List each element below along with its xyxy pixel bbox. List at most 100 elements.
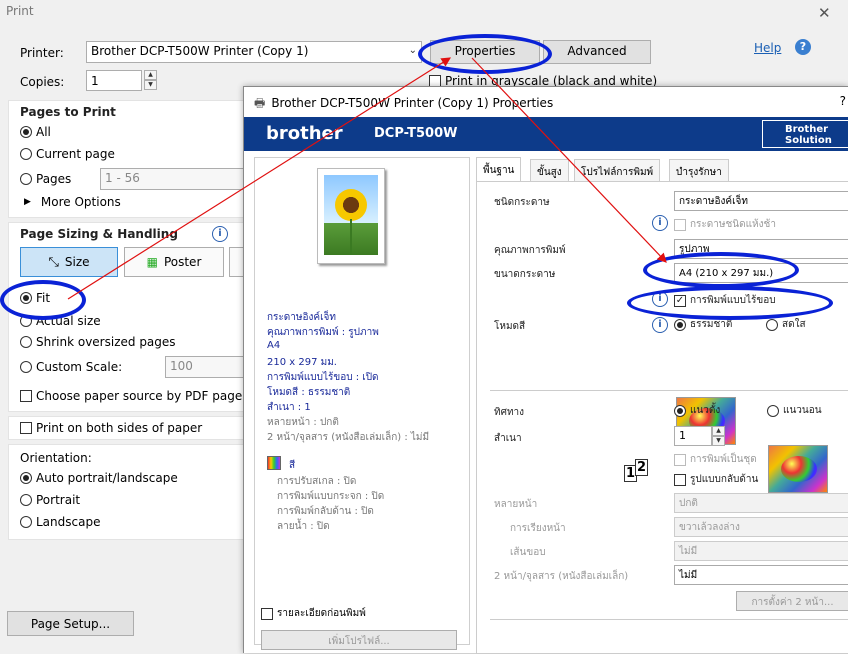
radio-current-page[interactable]: Current page <box>20 147 115 161</box>
portrait-radio[interactable] <box>674 404 686 417</box>
mode-vivid-radio[interactable] <box>766 318 778 331</box>
copies-input[interactable]: 1 <box>86 70 142 91</box>
printer-label: Printer: <box>20 46 64 60</box>
tab-print-profiles[interactable]: โปรไฟล์การพิมพ์ <box>574 159 661 181</box>
choose-source-checkbox[interactable] <box>20 390 32 402</box>
pages-range-input[interactable]: 1 - 56 <box>100 168 244 190</box>
multi-page-select[interactable]: ปกติ <box>674 493 848 513</box>
preview-detail-option[interactable]: รายละเอียดก่อนพิมพ์ <box>261 606 366 621</box>
portrait-option[interactable]: แนวตั้ง <box>674 403 720 418</box>
radio-portrait[interactable]: Portrait <box>20 493 80 507</box>
collate-checkbox[interactable] <box>674 453 686 466</box>
arrow-down-icon[interactable]: ▼ <box>712 436 725 446</box>
page-preview <box>317 168 385 264</box>
info-icon[interactable]: i <box>652 215 668 231</box>
arrow-down-icon[interactable]: ▼ <box>144 80 157 90</box>
orientation-label: ทิศทาง <box>494 407 525 418</box>
size-button[interactable]: ⤡ Size <box>20 247 118 277</box>
media-select[interactable]: กระดาษอิงค์เจ็ท <box>674 191 848 211</box>
copies-label: Copies: <box>20 75 65 89</box>
radio-fit[interactable]: Fit <box>20 291 50 305</box>
preview-detail-checkbox[interactable] <box>261 607 273 620</box>
vivid-thumbnail <box>768 445 828 493</box>
color-mode-label: โหมดสี <box>494 321 526 332</box>
radio-actual-size[interactable]: Actual size <box>20 314 101 328</box>
landscape-radio[interactable] <box>767 404 779 417</box>
quality-select[interactable]: รูปภาพ <box>674 239 848 259</box>
custom-scale-input[interactable]: 100 <box>165 356 245 378</box>
media-label: ชนิดกระดาษ <box>494 197 550 208</box>
slow-dry-checkbox[interactable] <box>674 218 686 231</box>
collate-option[interactable]: การพิมพ์เป็นชุด <box>674 452 757 467</box>
more-options-toggle[interactable]: ▶ More Options <box>24 195 121 209</box>
radio-auto-button[interactable] <box>20 472 32 484</box>
tab-advanced[interactable]: ขั้นสูง <box>530 159 569 181</box>
info-icon[interactable]: i <box>212 226 228 242</box>
radio-fit-button[interactable] <box>20 292 32 304</box>
reverse-order-option[interactable]: รูปแบบกลับด้าน <box>674 472 758 487</box>
separator <box>490 619 848 620</box>
help-icon[interactable]: ? <box>795 39 811 55</box>
borderless-checkbox[interactable]: ✓ <box>674 294 686 307</box>
page-setup-button[interactable]: Page Setup... <box>7 611 134 636</box>
copies-value: 1 <box>91 74 99 88</box>
summary-multi: หลายหน้า : ปกติ <box>267 417 339 428</box>
help-link[interactable]: Help <box>754 41 781 55</box>
close-icon[interactable]: ✕ <box>818 4 831 22</box>
radio-all-button[interactable] <box>20 126 32 138</box>
paper-size-select[interactable]: A4 (210 x 297 มม.) <box>674 263 848 283</box>
radio-pages-button[interactable] <box>20 173 32 185</box>
mode-natural-option[interactable]: ธรรมชาติ <box>674 317 732 332</box>
color-icon <box>267 456 281 470</box>
page-order-select[interactable]: ขวาเล้วลงล่าง <box>674 517 848 537</box>
summary-scale: การปรับสเกล : ปิด <box>277 476 357 487</box>
summary-mode: โหมดสี : ธรรมชาติ <box>267 387 351 398</box>
landscape-option[interactable]: แนวนอน <box>767 403 822 418</box>
brother-solutions-button[interactable]: Brother Solution <box>762 120 848 148</box>
both-sides-option[interactable]: Print on both sides of paper <box>20 421 202 435</box>
choose-source-option[interactable]: Choose paper source by PDF page size <box>20 389 269 403</box>
arrow-up-icon[interactable]: ▲ <box>712 426 725 436</box>
copies-stepper[interactable]: ▲ ▼ <box>144 70 157 90</box>
copies-stepper-th[interactable]: ▲ ▼ <box>712 426 725 446</box>
radio-custom-scale[interactable]: Custom Scale: <box>20 360 122 374</box>
add-profile-button[interactable]: เพิ่มโปรไฟล์... <box>261 630 457 650</box>
slow-dry-option[interactable]: กระดาษชนิดแห้งช้า <box>674 217 776 232</box>
radio-shrink-button[interactable] <box>20 336 32 348</box>
tab-basic[interactable]: พื้นฐาน <box>476 157 522 181</box>
booklet-settings-button[interactable]: การตั้งค่า 2 หน้า... <box>736 591 848 611</box>
copies-input-th[interactable]: 1 <box>674 426 712 446</box>
info-icon[interactable]: i <box>652 317 668 333</box>
radio-actual-button[interactable] <box>20 315 32 327</box>
solutions-line2: Solution <box>785 135 832 146</box>
context-help-icon[interactable]: ? <box>840 94 846 108</box>
mode-vivid-option[interactable]: สดใส <box>766 317 806 332</box>
advanced-button[interactable]: Advanced <box>543 40 651 64</box>
radio-landscape[interactable]: Landscape <box>20 515 100 529</box>
radio-landscape-button[interactable] <box>20 516 32 528</box>
poster-button[interactable]: ▦ Poster <box>124 247 224 277</box>
tab-maintenance[interactable]: บำรุงรักษา <box>669 159 729 181</box>
reverse-order-checkbox[interactable] <box>674 473 686 486</box>
summary-borderless: การพิมพ์แบบไร้ขอบ : เปิด <box>267 372 379 383</box>
radio-portrait-button[interactable] <box>20 494 32 506</box>
border-line-select[interactable]: ไม่มี <box>674 541 848 561</box>
mode-natural-radio[interactable] <box>674 318 686 331</box>
info-icon[interactable]: i <box>652 291 668 307</box>
printer-select[interactable]: Brother DCP-T500W Printer (Copy 1) ⌄ <box>86 41 422 63</box>
properties-button[interactable]: Properties <box>430 40 540 64</box>
printer-value: Brother DCP-T500W Printer (Copy 1) <box>91 44 309 58</box>
radio-shrink[interactable]: Shrink oversized pages <box>20 335 176 349</box>
radio-custom-button[interactable] <box>20 361 32 373</box>
arrow-up-icon[interactable]: ▲ <box>144 70 157 80</box>
borderless-option[interactable]: ✓ การพิมพ์แบบไร้ขอบ <box>674 293 776 308</box>
radio-all[interactable]: All <box>20 125 51 139</box>
window-title: Print <box>6 4 34 18</box>
booklet-select[interactable]: ไม่มี <box>674 565 848 585</box>
radio-pages[interactable]: Pages <box>20 172 71 186</box>
both-sides-checkbox[interactable] <box>20 422 32 434</box>
pages-title: Pages to Print <box>20 105 116 119</box>
radio-auto-orientation[interactable]: Auto portrait/landscape <box>20 471 178 485</box>
page-order-label: การเรียงหน้า <box>510 523 566 534</box>
radio-current-button[interactable] <box>20 148 32 160</box>
